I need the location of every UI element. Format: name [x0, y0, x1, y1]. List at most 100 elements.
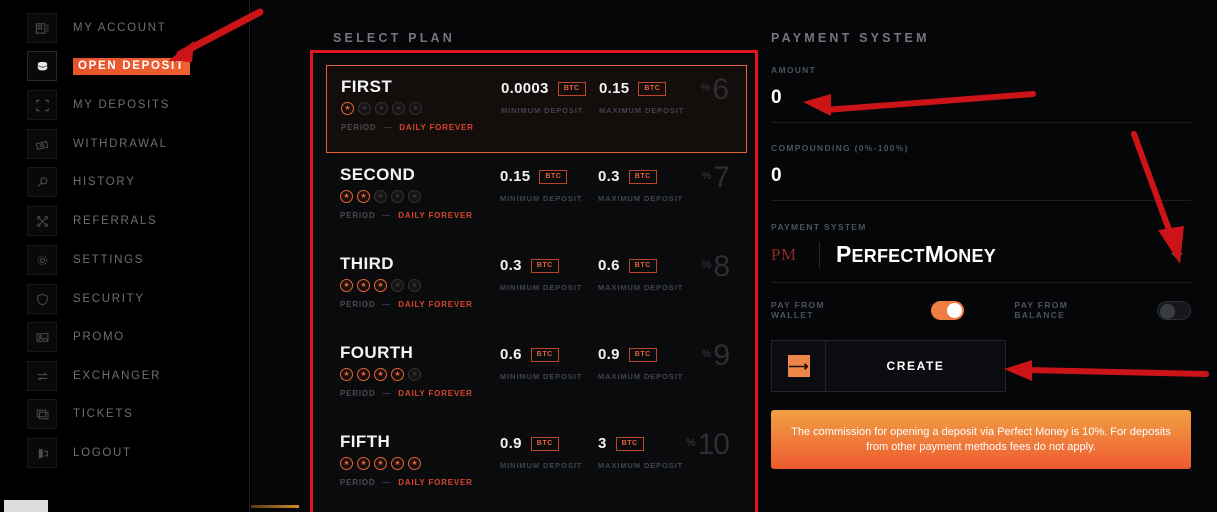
commission-notice-banner: The commission for opening a deposit via… — [771, 410, 1191, 469]
sidebar: MY ACCOUNT OPEN DEPOSIT MY DEPOSITS WITH… — [0, 0, 250, 512]
arrow-to-open-deposit — [168, 8, 264, 62]
percent-value: 10 — [697, 428, 730, 461]
plan-card[interactable]: FOURTH ★ ★ ★ ★ ★ PERIOD — DAILY FOREVER 0.6 BTC MIN… — [326, 332, 747, 420]
create-button[interactable]: ⟶ CREATE — [771, 340, 1006, 392]
network-nodes-icon — [27, 206, 57, 236]
plan-star: ★ — [357, 457, 370, 470]
plan-minimum-deposit: 0.0003 BTC MINIMUM DEPOSIT — [501, 80, 586, 115]
sidebar-item-security[interactable]: SECURITY — [27, 282, 145, 316]
plan-star: ★ — [340, 457, 353, 470]
plan-card[interactable]: THIRD ★ ★ ★ ★ ★ PERIOD — DAILY FOREVER 0.3 BTC MINI… — [326, 243, 747, 331]
plan-star: ★ — [408, 279, 421, 292]
pay-from-balance-toggle[interactable] — [1157, 300, 1191, 320]
pay-from-balance-label: PAY FROM BALANCE — [1014, 300, 1069, 320]
sidebar-item-label: TICKETS — [73, 408, 134, 420]
browser-corner-chip — [4, 500, 48, 512]
deposit-page: MY ACCOUNT OPEN DEPOSIT MY DEPOSITS WITH… — [0, 0, 1217, 512]
sidebar-item-settings[interactable]: SETTINGS — [27, 243, 144, 277]
plan-min-value: 0.9 — [500, 435, 522, 452]
arrow-right-icon: ⟶ — [772, 341, 826, 391]
payment-system-underline — [771, 282, 1191, 283]
plan-period-label: PERIOD — [340, 300, 376, 309]
sidebar-item-exchanger[interactable]: EXCHANGER — [27, 359, 161, 393]
plan-star: ★ — [408, 368, 421, 381]
currency-badge: BTC — [615, 436, 644, 451]
plan-maximum-deposit: 0.15 BTC MAXIMUM DEPOSIT — [599, 80, 684, 115]
plan-star: ★ — [341, 102, 354, 115]
plan-percent: % 10 — [686, 428, 730, 461]
plan-star: ★ — [409, 102, 422, 115]
plan-max-caption: MAXIMUM DEPOSIT — [598, 283, 684, 292]
plan-card[interactable]: FIFTH ★ ★ ★ ★ ★ PERIOD — DAILY FOREVER 0.9 BTC MINI… — [326, 421, 747, 509]
sidebar-item-label: SETTINGS — [73, 254, 145, 266]
currency-badge: BTC — [530, 258, 559, 273]
toggle-knob — [1160, 303, 1176, 319]
shield-icon — [27, 284, 57, 314]
toggle-knob — [947, 302, 963, 318]
plan-minimum-deposit: 0.6 BTC MINIMUM DEPOSIT — [500, 346, 582, 381]
sidebar-item-label: REFERRALS — [73, 215, 158, 227]
plan-period-value: DAILY FOREVER — [398, 478, 473, 487]
arrow-to-amount-field — [803, 91, 1036, 116]
pay-from-wallet-toggle[interactable] — [931, 300, 965, 320]
plan-star: ★ — [340, 368, 353, 381]
plan-period-label: PERIOD — [341, 123, 377, 132]
plan-maximum-deposit: 0.9 BTC MAXIMUM DEPOSIT — [598, 346, 683, 381]
plan-max-value: 3 — [598, 435, 607, 452]
plan-star: ★ — [391, 368, 404, 381]
gear-icon — [27, 245, 57, 275]
plan-period-label: PERIOD — [340, 478, 376, 487]
sidebar-item-promo[interactable]: PROMO — [27, 320, 125, 354]
percent-value: 7 — [713, 161, 730, 194]
plan-maximum-deposit: 0.3 BTC MAXIMUM DEPOSIT — [598, 168, 683, 203]
plan-period-value: DAILY FOREVER — [398, 300, 473, 309]
horizontal-scroll-indicator[interactable] — [251, 505, 299, 508]
percent-sign: % — [701, 259, 712, 271]
plan-star: ★ — [408, 190, 421, 203]
magnifier-icon — [27, 167, 57, 197]
sidebar-item-referrals[interactable]: REFERRALS — [27, 204, 157, 238]
plan-min-value: 0.0003 — [501, 80, 549, 97]
sidebar-item-history[interactable]: HISTORY — [27, 165, 136, 199]
plan-star: ★ — [391, 457, 404, 470]
plan-period-dash: — — [382, 211, 392, 220]
plan-max-caption: MAXIMUM DEPOSIT — [599, 106, 685, 115]
sidebar-item-label: HISTORY — [73, 176, 136, 188]
account-card-icon — [27, 13, 57, 43]
plan-card[interactable]: SECOND ★ ★ ★ ★ ★ PERIOD — DAILY FOREVER 0.15 BTC MI… — [326, 154, 747, 242]
plan-card[interactable]: FIRST ★ ★ ★ ★ ★ PERIOD — DAILY FOREVER 0.0003 BTC M… — [326, 65, 747, 153]
plan-star: ★ — [340, 190, 353, 203]
arrow-to-create-button — [1004, 360, 1209, 381]
plan-percent: % 8 — [701, 251, 730, 283]
plan-star: ★ — [358, 102, 371, 115]
percent-sign: % — [701, 348, 712, 360]
payment-source-toggles: PAY FROM WALLET PAY FROM BALANCE — [771, 300, 1191, 320]
ticket-stack-icon — [27, 399, 57, 429]
plan-percent: % 7 — [701, 161, 730, 194]
plan-period-value: DAILY FOREVER — [398, 211, 473, 220]
sidebar-item-logout[interactable]: LOGOUT — [27, 436, 132, 470]
currency-badge: BTC — [539, 169, 568, 184]
sidebar-item-my-deposits[interactable]: MY DEPOSITS — [27, 88, 170, 122]
commission-notice-text: The commission for opening a deposit via… — [791, 425, 1171, 453]
plan-maximum-deposit: 0.6 BTC MAXIMUM DEPOSIT — [598, 257, 683, 292]
sidebar-item-tickets[interactable]: TICKETS — [27, 397, 133, 431]
plan-max-value: 0.15 — [599, 80, 630, 97]
sidebar-item-my-account[interactable]: MY ACCOUNT — [27, 11, 166, 45]
divider — [819, 241, 820, 268]
plan-minimum-deposit: 0.15 BTC MINIMUM DEPOSIT — [500, 168, 582, 203]
plan-min-caption: MINIMUM DEPOSIT — [500, 194, 583, 203]
coins-icon — [27, 51, 57, 81]
plan-list[interactable]: FIRST ★ ★ ★ ★ ★ PERIOD — DAILY FOREVER 0.0003 BTC M… — [314, 55, 759, 512]
plan-min-value: 0.6 — [500, 346, 522, 363]
plan-min-caption: MINIMUM DEPOSIT — [500, 283, 583, 292]
plan-min-caption: MINIMUM DEPOSIT — [500, 461, 583, 470]
percent-sign: % — [701, 170, 712, 182]
pay-from-wallet-label: PAY FROM WALLET — [771, 300, 825, 320]
plan-max-value: 0.9 — [598, 346, 620, 363]
arrow-right-glyph: ⟶ — [787, 355, 810, 377]
sidebar-item-withdrawal[interactable]: WITHDRAWAL — [27, 127, 168, 161]
plan-min-value: 0.15 — [500, 168, 531, 185]
currency-badge: BTC — [530, 347, 559, 362]
payment-system-name: PERFECTMONEY — [836, 241, 996, 267]
